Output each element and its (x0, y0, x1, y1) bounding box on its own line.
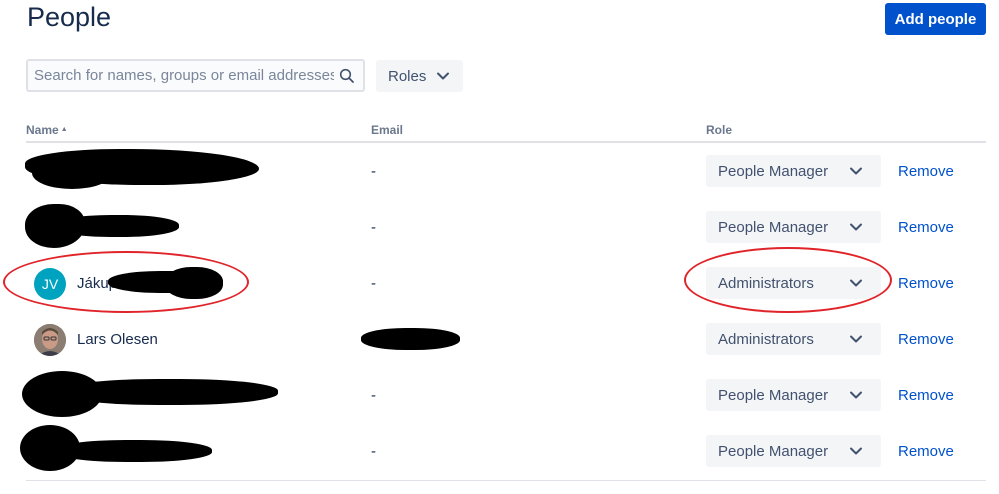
page-title: People (27, 2, 112, 32)
role-select[interactable]: People Manager (706, 155, 881, 187)
table-row: Lars Olesen Administrators Remove (0, 311, 999, 367)
annotation-circle-role (684, 247, 892, 313)
table-row: - People Manager Remove (0, 199, 999, 255)
email-cell: - (371, 387, 376, 404)
column-header-email: Email (371, 123, 404, 137)
table-row: - People Manager Remove (0, 367, 999, 423)
avatar (34, 324, 66, 356)
table-footer-divider (26, 480, 986, 481)
role-select[interactable]: Administrators (706, 323, 881, 355)
add-people-button[interactable]: Add people (885, 3, 986, 35)
search-icon[interactable] (339, 68, 355, 84)
role-select[interactable]: People Manager (706, 435, 881, 467)
chevron-down-icon (850, 335, 862, 343)
chevron-down-icon (850, 167, 862, 175)
table-row: JV Jákup - Administrators Remove (0, 247, 999, 313)
role-select-value: People Manager (718, 442, 829, 460)
redaction-mark (55, 440, 212, 462)
table-row: - People Manager Remove (0, 423, 999, 479)
chevron-down-icon (437, 72, 450, 80)
email-cell: - (371, 219, 376, 236)
remove-link[interactable]: Remove (898, 219, 954, 236)
user-photo-icon (34, 324, 66, 356)
role-select-value: People Manager (718, 386, 829, 404)
email-cell: - (371, 275, 376, 292)
role-select-value: People Manager (718, 162, 829, 180)
role-select[interactable]: People Manager (706, 379, 881, 411)
roles-filter-label: Roles (388, 67, 427, 85)
role-select[interactable]: People Manager (706, 211, 881, 243)
redaction-mark (60, 379, 278, 405)
remove-link[interactable]: Remove (898, 275, 954, 292)
chevron-down-icon (850, 447, 862, 455)
annotation-circle-name (3, 251, 249, 313)
redaction-mark (361, 328, 460, 350)
column-header-role: Role (706, 123, 733, 137)
remove-link[interactable]: Remove (898, 163, 954, 180)
sort-ascending-icon: ▲ (60, 126, 68, 133)
email-cell: - (371, 443, 376, 460)
chevron-down-icon (850, 223, 862, 231)
table-row: - People Manager Remove (0, 143, 999, 199)
user-name: Lars Olesen (77, 331, 158, 348)
redaction-mark (55, 215, 179, 237)
search-field[interactable] (26, 59, 365, 92)
column-header-name-label: Name (26, 123, 59, 137)
search-input[interactable] (28, 66, 336, 85)
role-select-value: People Manager (718, 218, 829, 236)
roles-filter-dropdown[interactable]: Roles (376, 60, 463, 92)
chevron-down-icon (850, 391, 862, 399)
remove-link[interactable]: Remove (898, 443, 954, 460)
redaction-mark (32, 157, 112, 189)
role-select-value: Administrators (718, 330, 814, 348)
remove-link[interactable]: Remove (898, 387, 954, 404)
column-header-name[interactable]: Name ▲ (26, 123, 68, 137)
email-cell: - (371, 163, 376, 180)
remove-link[interactable]: Remove (898, 331, 954, 348)
